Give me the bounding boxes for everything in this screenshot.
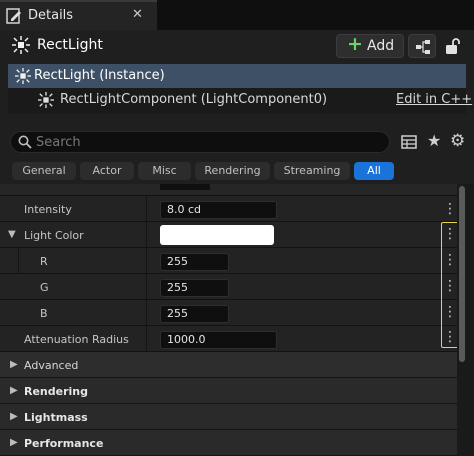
section-rendering-label: Rendering <box>24 385 88 398</box>
column-divider <box>146 248 147 274</box>
attenuation-radius-label: Attenuation Radius <box>24 333 129 346</box>
tree-item-component-label[interactable]: RectLightComponent (LightComponent0) <box>60 92 327 107</box>
rect-light-icon <box>15 68 31 84</box>
search-icon <box>18 135 32 149</box>
blueprint-button[interactable] <box>408 34 436 58</box>
light-color-label: Light Color <box>24 229 84 242</box>
column-divider <box>146 222 147 248</box>
add-component-button[interactable]: + Add <box>336 33 404 58</box>
unlock-icon <box>446 38 460 54</box>
r-field[interactable]: 255 <box>160 253 229 271</box>
filter-all[interactable]: All <box>354 162 394 180</box>
filter-rendering[interactable]: Rendering <box>195 162 270 180</box>
property-row-partial <box>0 184 457 196</box>
b-label: B <box>40 307 48 320</box>
column-divider <box>146 326 147 352</box>
filter-streaming[interactable]: Streaming <box>274 162 350 180</box>
tree-item-instance-label: RectLight (Instance) <box>34 68 165 83</box>
filter-actor[interactable]: Actor <box>80 162 134 180</box>
filter-general[interactable]: General <box>12 162 76 180</box>
tab-title: Details <box>28 8 74 23</box>
g-label: G <box>40 281 49 294</box>
pencil-icon <box>6 8 21 24</box>
r-label: R <box>40 255 48 268</box>
expand-arrow-icon[interactable]: ▼ <box>8 229 16 240</box>
collapsed-arrow-icon: ▶ <box>10 385 18 396</box>
section-advanced-label: Advanced <box>24 359 79 372</box>
tab-details[interactable]: Details ✕ <box>0 0 157 30</box>
intensity-label: Intensity <box>24 203 72 216</box>
b-field[interactable]: 255 <box>160 305 229 323</box>
section-lightmass-label: Lightmass <box>24 411 88 424</box>
section-performance-label: Performance <box>24 437 104 450</box>
attenuation-radius-field[interactable]: 1000.0 <box>160 331 277 349</box>
column-divider <box>146 300 147 326</box>
column-divider <box>146 196 147 222</box>
partial-field <box>160 184 210 190</box>
edit-in-cpp-link[interactable]: Edit in C++ <box>396 92 472 107</box>
table-view-icon[interactable] <box>401 134 417 150</box>
star-icon[interactable]: ★ <box>427 131 441 150</box>
rect-light-icon <box>12 36 30 54</box>
filter-misc[interactable]: Misc <box>138 162 191 180</box>
g-field[interactable]: 255 <box>160 279 229 297</box>
search-input[interactable] <box>36 131 376 153</box>
intensity-field[interactable]: 8.0 cd <box>160 201 277 219</box>
add-label: Add <box>367 38 395 54</box>
scrollbar-thumb[interactable] <box>459 186 465 362</box>
collapsed-arrow-icon: ▶ <box>10 411 18 422</box>
column-divider <box>146 274 147 300</box>
rect-light-component-icon <box>38 92 54 108</box>
hierarchy-icon <box>416 40 430 54</box>
gear-icon[interactable]: ⚙ <box>450 131 465 151</box>
collapsed-arrow-icon: ▶ <box>10 437 18 448</box>
close-icon[interactable]: ✕ <box>132 7 143 22</box>
lock-button[interactable] <box>442 34 464 58</box>
collapsed-arrow-icon: ▶ <box>10 359 18 370</box>
actor-name: RectLight <box>37 37 103 53</box>
plus-icon: + <box>347 33 363 55</box>
light-color-swatch[interactable] <box>160 225 274 245</box>
